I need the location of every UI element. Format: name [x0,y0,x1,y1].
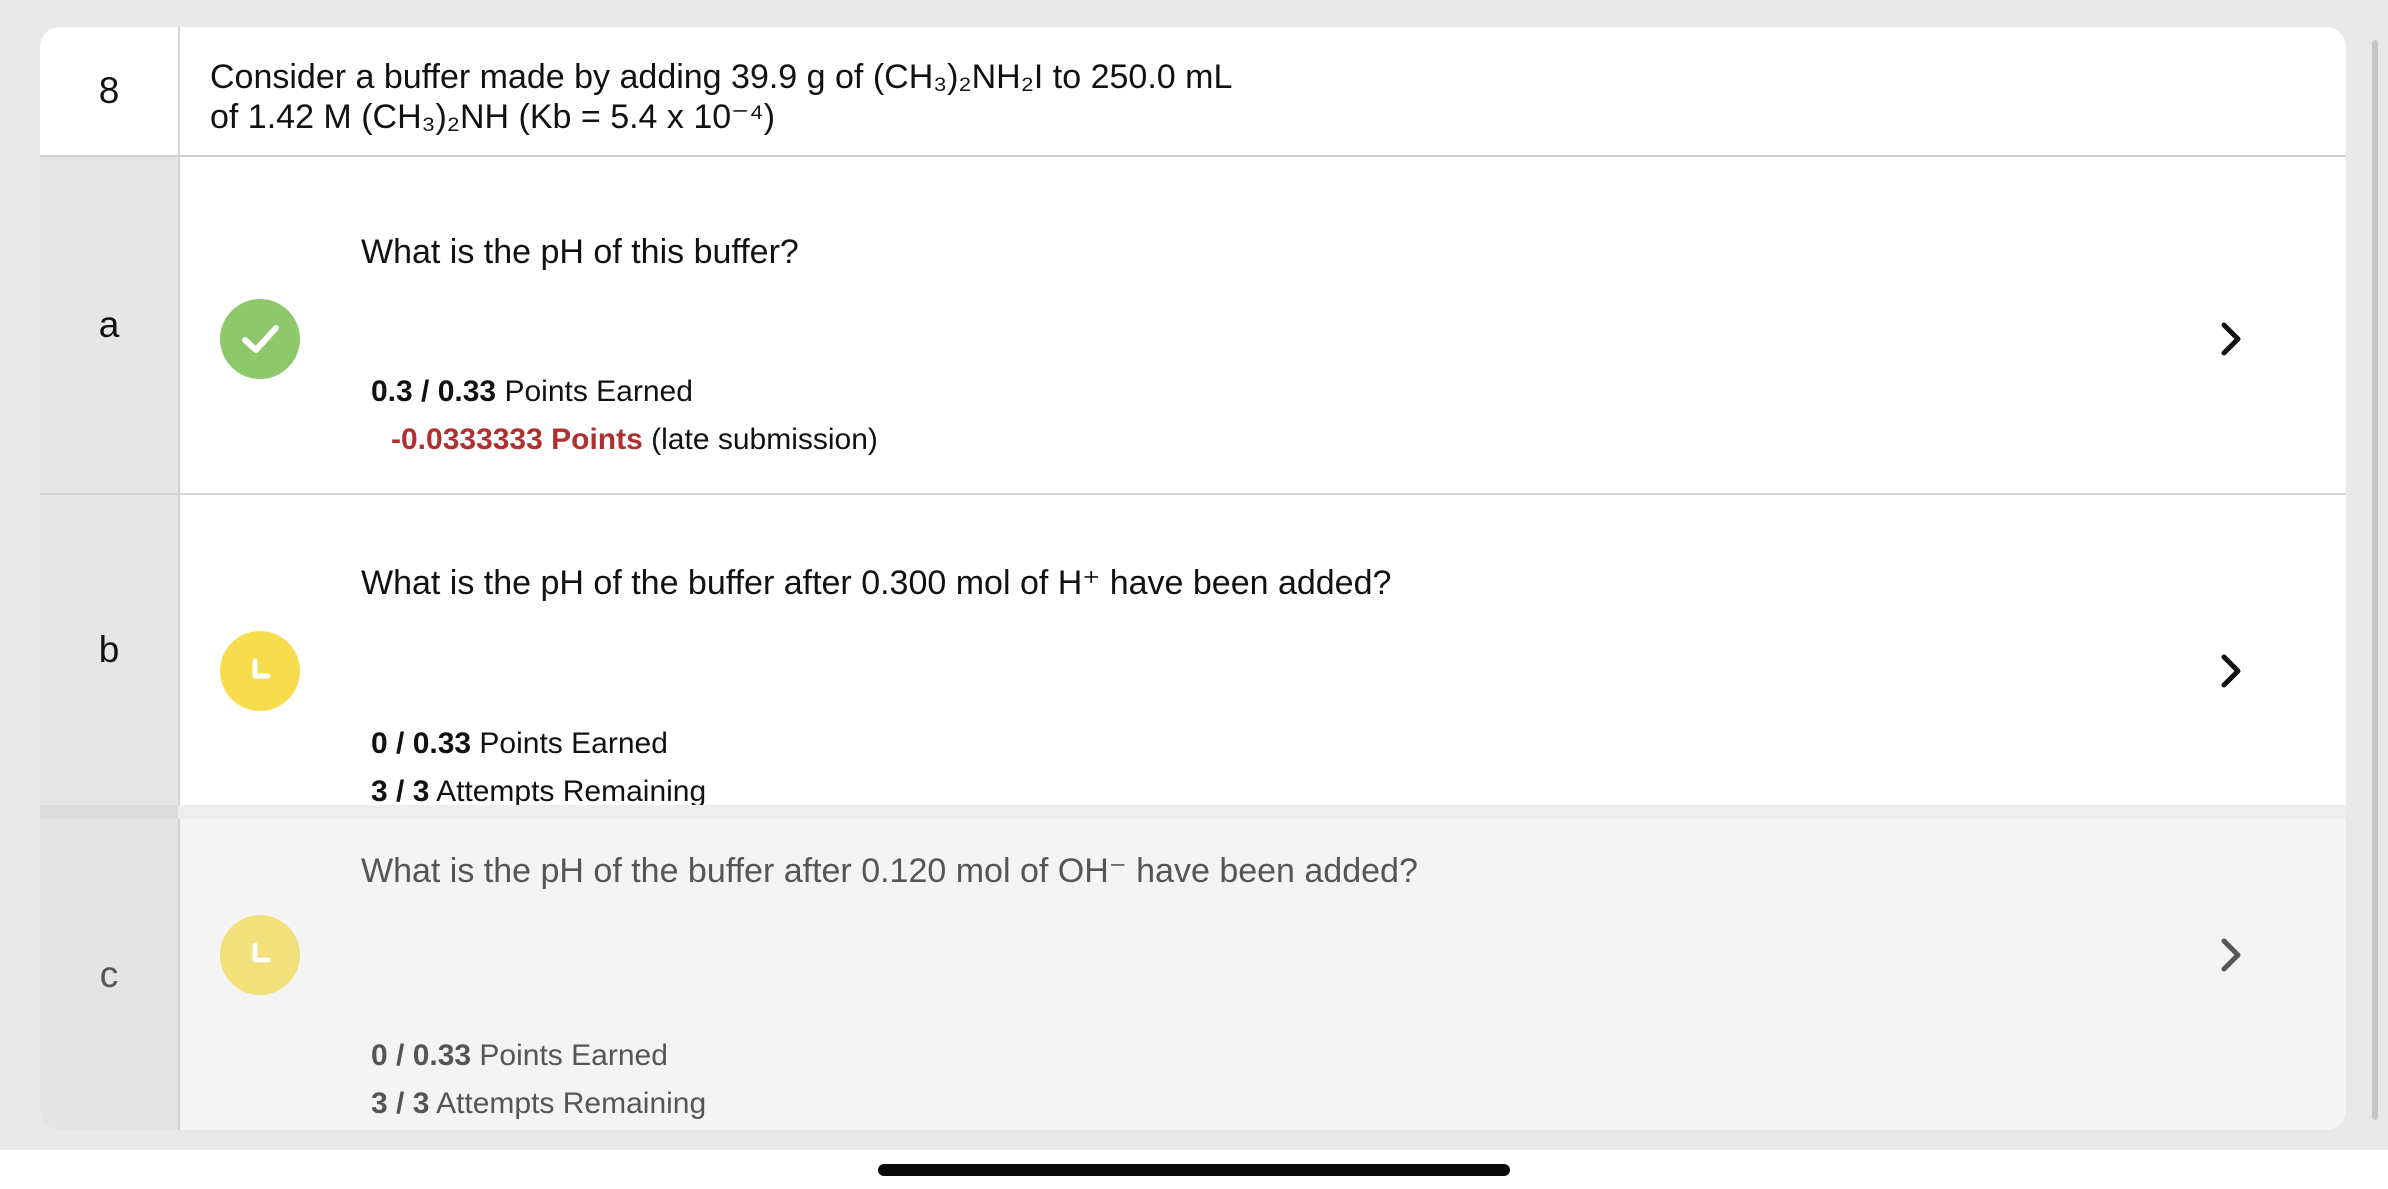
late-penalty: -0.0333333 Points (late submission) [391,423,878,457]
clock-icon [220,915,300,995]
points-earned: 0 / 0.33 Points Earned [371,727,668,761]
score-label: Points Earned [504,375,693,408]
chevron-right-icon[interactable] [2211,319,2251,359]
chevron-right-icon[interactable] [2211,651,2251,691]
part-letter: b [40,495,180,805]
chevron-right-icon[interactable] [2211,935,2251,975]
part-question: What is the pH of the buffer after 0.120… [361,852,1418,890]
question-number: 8 [40,27,180,155]
checkmark-icon [220,299,300,379]
attempts-value: 3 / 3 [371,775,430,807]
score-value: 0 / 0.33 [371,727,472,760]
part-letter: a [40,157,180,493]
points-earned: 0.3 / 0.33 Points Earned [371,375,693,409]
penalty-value: -0.0333333 Points [391,423,643,456]
score-value: 0 / 0.33 [371,1039,472,1072]
question-text: Consider a buffer made by adding 39.9 g … [210,57,1232,137]
score-label: Points Earned [479,727,668,760]
row-divider [40,805,2346,819]
question-card: 8 Consider a buffer made by adding 39.9 … [40,27,2346,1130]
home-indicator[interactable] [878,1164,1510,1176]
attempts-label: Attempts Remaining [436,1087,707,1120]
clock-icon [220,631,300,711]
attempts-remaining: 3 / 3 Attempts Remaining [371,775,707,807]
penalty-label: (late submission) [651,423,878,456]
score-label: Points Earned [479,1039,668,1072]
part-question: What is the pH of this buffer? [361,233,799,271]
points-earned: 0 / 0.33 Points Earned [371,1039,668,1073]
scrollbar[interactable] [2372,40,2378,1120]
part-letter: c [40,819,180,1130]
question-header: 8 Consider a buffer made by adding 39.9 … [40,27,2346,157]
part-c-row[interactable]: c What is the pH of the buffer after 0.1… [40,819,2346,1130]
question-text-line1: Consider a buffer made by adding 39.9 g … [210,58,1233,96]
part-b-row[interactable]: b What is the pH of the buffer after 0.3… [40,495,2346,807]
score-value: 0.3 / 0.33 [371,375,497,408]
part-a-row[interactable]: a What is the pH of this buffer? 0.3 / 0… [40,157,2346,495]
attempts-label: Attempts Remaining [436,775,707,807]
attempts-remaining: 3 / 3 Attempts Remaining [371,1087,706,1121]
question-text-line2: of 1.42 M (CH₃)₂NH (Kb = 5.4 x 10⁻⁴) [210,98,776,136]
part-question: What is the pH of the buffer after 0.300… [361,564,1392,602]
attempts-value: 3 / 3 [371,1087,430,1120]
